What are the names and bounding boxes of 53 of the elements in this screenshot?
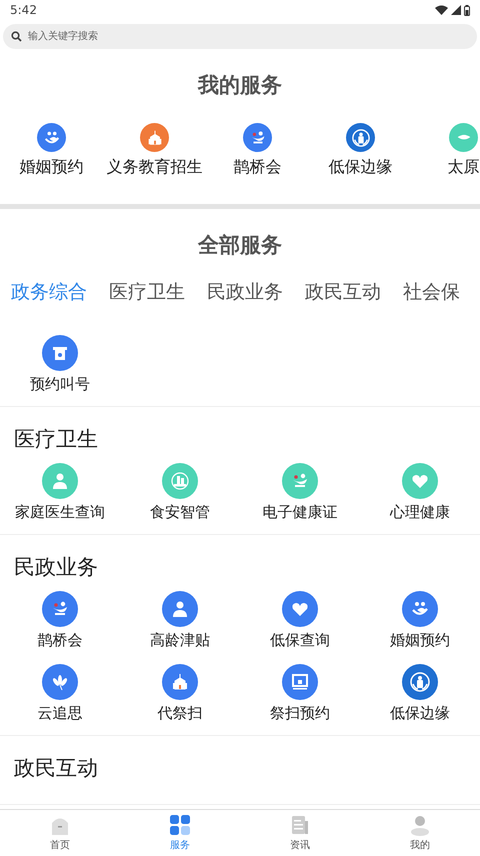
service-label[interactable]: 义务教育招生 <box>106 157 202 178</box>
service-icon[interactable] <box>402 664 438 700</box>
wifi-icon <box>435 5 448 15</box>
service-label[interactable]: 家庭医生查询 <box>15 503 105 522</box>
service-icon[interactable] <box>162 591 198 627</box>
service-label[interactable]: 心理健康 <box>390 503 450 522</box>
document-icon <box>289 814 311 836</box>
grid-icon <box>169 814 191 836</box>
service-label[interactable]: 云追思 <box>38 704 82 723</box>
service-icon[interactable] <box>140 123 169 152</box>
service-label[interactable]: 电子健康证 <box>262 503 338 522</box>
category-heading: 政民互动 <box>13 755 99 782</box>
service-label[interactable]: 婚姻预约 <box>20 157 84 178</box>
service-label[interactable]: 祭扫预约 <box>270 704 330 723</box>
service-icon[interactable] <box>42 335 78 371</box>
category-heading: 医疗卫生 <box>13 426 99 453</box>
service-label[interactable]: 太原 <box>448 157 480 178</box>
search-field[interactable]: 输入关键字搜索 <box>3 24 477 49</box>
service-icon[interactable] <box>346 123 375 152</box>
nav-tab[interactable]: 首页 <box>0 810 120 856</box>
section-title: 全部服务 <box>196 232 283 259</box>
signal-icon <box>451 5 461 15</box>
category-tab[interactable]: 医疗卫生 <box>109 279 185 305</box>
service-label[interactable]: 鹊桥会 <box>38 631 82 650</box>
service-label[interactable]: 食安智管 <box>150 503 210 522</box>
service-label[interactable]: 代祭扫 <box>158 704 202 723</box>
service-icon[interactable] <box>37 123 66 152</box>
service-label[interactable]: 低保边缘 <box>390 704 450 723</box>
nav-tab[interactable]: 资讯 <box>240 810 360 856</box>
service-label[interactable]: 高龄津贴 <box>150 631 210 650</box>
category-heading: 民政业务 <box>13 554 99 581</box>
service-icon[interactable] <box>282 591 318 627</box>
battery-icon <box>464 4 470 16</box>
service-icon[interactable] <box>282 664 318 700</box>
service-label[interactable]: 预约叫号 <box>30 375 90 394</box>
service-label[interactable]: 低保查询 <box>270 631 330 650</box>
service-icon[interactable] <box>162 664 198 700</box>
nav-tab[interactable]: 我的 <box>360 810 480 856</box>
section-title: 我的服务 <box>196 72 283 99</box>
category-tab[interactable]: 社会保 <box>403 279 460 305</box>
service-icon[interactable] <box>402 591 438 627</box>
service-icon[interactable] <box>42 664 78 700</box>
service-label[interactable]: 鹊桥会 <box>234 157 282 178</box>
person-icon <box>409 814 431 836</box>
category-tab[interactable]: 政民互动 <box>305 279 381 305</box>
service-label[interactable]: 婚姻预约 <box>390 631 450 650</box>
service-label[interactable]: 低保边缘 <box>328 157 392 178</box>
category-tab[interactable]: 政务综合 <box>11 279 87 305</box>
status-time: 5:42 <box>10 3 37 17</box>
service-icon[interactable] <box>42 591 78 627</box>
nav-tab[interactable]: 服务 <box>120 810 240 856</box>
category-tab[interactable]: 民政业务 <box>207 279 283 305</box>
service-icon[interactable] <box>243 123 272 152</box>
